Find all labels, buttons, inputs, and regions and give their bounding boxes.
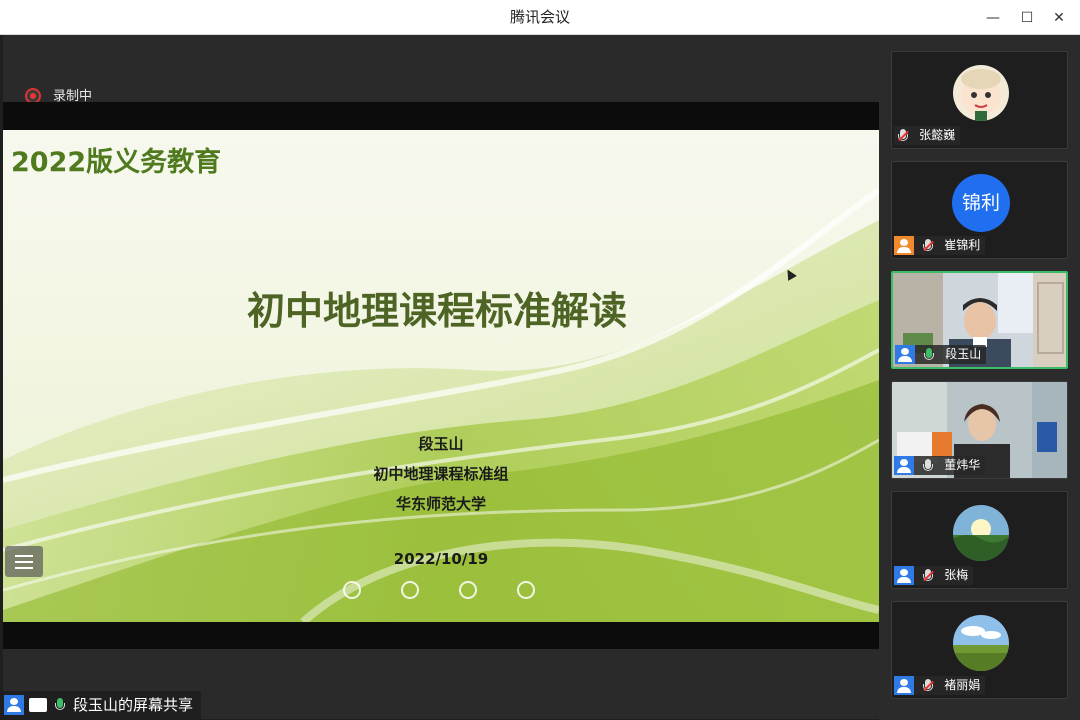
participant-nametag: 崔锦利 [894, 236, 986, 255]
slide-dot [401, 581, 419, 599]
user-icon [4, 695, 24, 715]
slide-dot [343, 581, 361, 599]
participant-nametag: 褚丽娟 [894, 676, 986, 695]
mic-muted-icon [919, 566, 937, 585]
landscape-avatar [953, 615, 1009, 671]
participant-name: 崔锦利 [944, 238, 981, 252]
user-icon [894, 566, 914, 585]
user-icon [894, 456, 914, 475]
participant-avatar: 锦利 [952, 174, 1010, 232]
close-button[interactable]: ✕ [1046, 5, 1072, 31]
mic-muted-icon [919, 676, 937, 695]
window-title: 腾讯会议 [509, 8, 570, 26]
slide-dot [459, 581, 477, 599]
slide-title-row: 初中地理课程标准解读 [3, 280, 879, 335]
participant-name: 张懿巍 [919, 128, 956, 142]
letterbox-bottom [3, 622, 879, 649]
window-titlebar: 腾讯会议 — ☐ ✕ [0, 0, 1080, 35]
menu-icon [15, 555, 33, 557]
slide-menu-button[interactable] [5, 546, 43, 577]
cartoon-avatar [953, 65, 1009, 121]
slide-university: 华东师范大学 [395, 495, 486, 513]
participant-nametag: 段玉山 [895, 345, 987, 364]
slide-header: 2022版义务教育 [11, 147, 222, 178]
participant-tile[interactable]: 段玉山 [891, 271, 1068, 369]
screen-share-status[interactable]: 段玉山的屏幕共享 [0, 691, 201, 719]
host-icon [894, 236, 914, 255]
mic-muted-icon [919, 236, 937, 255]
participant-name: 段玉山 [945, 347, 982, 361]
slide-wave-decoration [3, 187, 879, 622]
participant-nametag: 张懿巍 [894, 126, 961, 145]
share-status-label: 段玉山的屏幕共享 [73, 696, 194, 714]
participant-name: 褚丽娟 [944, 678, 981, 692]
participant-tile[interactable]: 张梅 [891, 491, 1068, 589]
letterbox-top [3, 102, 879, 130]
participant-name: 董炜华 [944, 458, 981, 472]
slide-date: 2022/10/19 [393, 550, 489, 568]
user-icon [895, 345, 915, 364]
slide-group: 初中地理课程标准组 [373, 465, 509, 483]
maximize-button[interactable]: ☐ [1014, 5, 1040, 31]
participant-nametag: 张梅 [894, 566, 974, 585]
participant-tile[interactable]: 董炜华 [891, 381, 1068, 479]
participant-tile[interactable]: 褚丽娟 [891, 601, 1068, 699]
slide-presenter: 段玉山 [418, 435, 464, 453]
shared-screen-area: 录制中 2022版义务教育 初中地理课程标准解读 段玉山 初中地理课程标准组 华… [3, 35, 879, 719]
participant-tile[interactable]: 张懿巍 [891, 51, 1068, 149]
landscape-avatar [953, 505, 1009, 561]
mic-active-icon [920, 345, 938, 364]
slide-title: 初中地理课程标准解读 [246, 289, 627, 333]
participant-tile[interactable]: 锦利 崔锦利 [891, 161, 1068, 259]
participant-panel: 张懿巍 锦利 崔锦利 段玉山 董炜华 张梅 褚丽娟 [879, 35, 1080, 720]
microphone-icon [51, 695, 71, 715]
screen-share-icon [29, 698, 47, 712]
menu-icon [15, 567, 33, 569]
slide-dot [517, 581, 535, 599]
menu-icon [15, 561, 33, 563]
participant-name: 张梅 [944, 568, 969, 582]
participant-nametag: 董炜华 [894, 456, 986, 475]
minimize-button[interactable]: — [980, 5, 1006, 31]
presentation-slide: 2022版义务教育 初中地理课程标准解读 段玉山 初中地理课程标准组 华东师范大… [3, 130, 879, 622]
user-icon [894, 676, 914, 695]
microphone-icon [919, 456, 937, 475]
mic-muted-icon [894, 126, 912, 145]
